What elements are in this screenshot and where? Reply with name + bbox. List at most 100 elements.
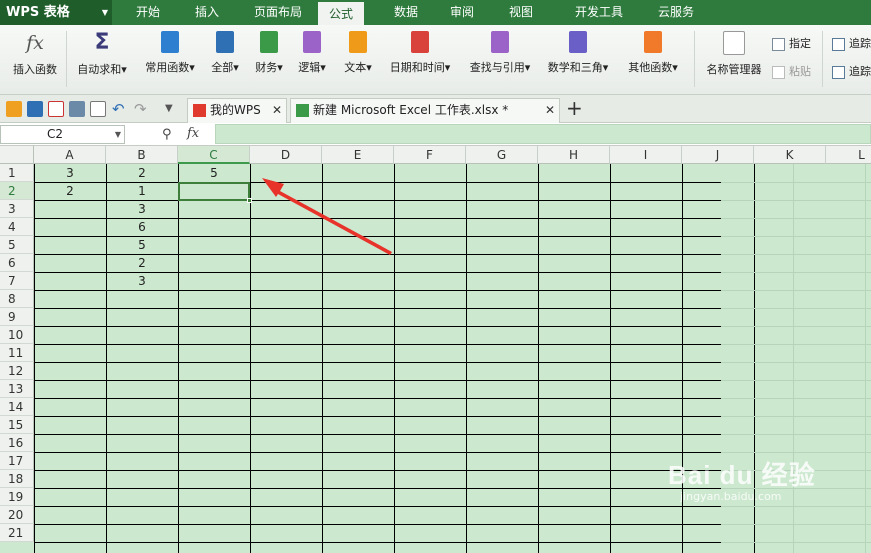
ribbon-small-button-label: 追踪 xyxy=(849,37,871,50)
row-header-8[interactable]: 8 xyxy=(0,290,34,308)
row-header-1[interactable]: 1 xyxy=(0,164,34,182)
name-box-value: C2 xyxy=(47,127,64,141)
column-header-L[interactable]: L xyxy=(826,146,871,164)
open-folder-icon[interactable] xyxy=(6,101,22,117)
ribbon-button-9[interactable]: 数学和三角▾ xyxy=(540,31,616,75)
menu-tab-1[interactable]: 插入 xyxy=(185,0,229,25)
menu-tab-2[interactable]: 页面布局 xyxy=(240,0,316,25)
column-header-E[interactable]: E xyxy=(322,146,394,164)
cell-B5[interactable]: 5 xyxy=(106,236,178,254)
row-header-20[interactable]: 20 xyxy=(0,506,34,524)
formula-input[interactable] xyxy=(215,124,871,144)
ribbon-button-0[interactable]: fx 插入函数 xyxy=(6,31,64,77)
spreadsheet-file-icon xyxy=(296,104,309,117)
row-header-18[interactable]: 18 xyxy=(0,470,34,488)
ribbon-small-button-2[interactable]: 追踪 xyxy=(832,35,871,51)
ribbon-button-8[interactable]: 查找与引用▾ xyxy=(462,31,538,75)
column-header-I[interactable]: I xyxy=(610,146,682,164)
row-header-15[interactable]: 15 xyxy=(0,416,34,434)
column-header-B[interactable]: B xyxy=(106,146,178,164)
column-header-D[interactable]: D xyxy=(250,146,322,164)
row-header-9[interactable]: 9 xyxy=(0,308,34,326)
row-header-7[interactable]: 7 xyxy=(0,272,34,290)
column-header-F[interactable]: F xyxy=(394,146,466,164)
export-pdf-icon[interactable] xyxy=(48,101,64,117)
zoom-search-icon[interactable]: ⚲ xyxy=(162,127,172,142)
logic-icon xyxy=(303,31,321,53)
name-box[interactable]: C2 ▼ xyxy=(0,125,125,144)
row-header-5[interactable]: 5 xyxy=(0,236,34,254)
row-header-19[interactable]: 19 xyxy=(0,488,34,506)
doc-tab-label: 新建 Microsoft Excel 工作表.xlsx * xyxy=(313,103,509,117)
ribbon-small-button-0[interactable]: 指定 xyxy=(772,35,811,51)
grid-border-line xyxy=(34,434,721,435)
menu-tab-4[interactable]: 数据 xyxy=(383,0,429,25)
insert-function-fx-icon[interactable]: fx xyxy=(187,126,199,141)
ribbon-button-5[interactable]: 逻辑▾ xyxy=(292,31,332,75)
cell-B6[interactable]: 2 xyxy=(106,254,178,272)
quick-access-dropdown-icon[interactable]: ▼ xyxy=(165,101,181,117)
cell-A2[interactable]: 2 xyxy=(34,182,106,200)
column-header-J[interactable]: J xyxy=(682,146,754,164)
row-header-4[interactable]: 4 xyxy=(0,218,34,236)
close-icon[interactable]: ✕ xyxy=(545,99,555,122)
menu-tab-3[interactable]: 公式 xyxy=(318,0,364,25)
row-header-2[interactable]: 2 xyxy=(0,182,34,200)
doc-tab-0[interactable]: 我的WPS ✕ xyxy=(187,98,287,123)
ribbon-button-7[interactable]: 日期和时间▾ xyxy=(382,31,458,75)
redo-icon[interactable]: ↷ xyxy=(134,101,150,117)
column-header-G[interactable]: G xyxy=(466,146,538,164)
row-header-14[interactable]: 14 xyxy=(0,398,34,416)
cell-B2[interactable]: 1 xyxy=(106,182,178,200)
ribbon-small-button-1[interactable]: 粘贴 xyxy=(772,63,811,79)
print-preview-icon[interactable] xyxy=(90,101,106,117)
save-icon[interactable] xyxy=(27,101,43,117)
print-icon[interactable] xyxy=(69,101,85,117)
close-icon[interactable]: ✕ xyxy=(272,99,282,122)
cell-B4[interactable]: 6 xyxy=(106,218,178,236)
undo-icon[interactable]: ↶ xyxy=(112,101,128,117)
select-all-corner[interactable] xyxy=(0,146,34,164)
ribbon-button-11[interactable]: 名称管理器 xyxy=(700,31,768,77)
column-header-A[interactable]: A xyxy=(34,146,106,164)
menu-tab-6[interactable]: 视图 xyxy=(498,0,544,25)
chevron-down-icon[interactable]: ▼ xyxy=(115,126,121,143)
grid-border-line xyxy=(34,362,721,363)
menu-tab-5[interactable]: 审阅 xyxy=(440,0,484,25)
ribbon-button-6[interactable]: 文本▾ xyxy=(336,31,380,75)
chevron-down-icon: ▼ xyxy=(101,8,108,17)
menu-tab-8[interactable]: 云服务 xyxy=(648,0,704,25)
ribbon-button-4[interactable]: 财务▾ xyxy=(249,31,289,75)
menu-tab-7[interactable]: 开发工具 xyxy=(558,0,640,25)
gridline xyxy=(721,434,871,435)
ribbon-small-button-3[interactable]: 追踪 xyxy=(832,63,871,79)
menu-tab-0[interactable]: 开始 xyxy=(120,0,176,25)
doc-tab-1[interactable]: 新建 Microsoft Excel 工作表.xlsx * ✕ xyxy=(290,98,560,123)
row-header-21[interactable]: 21 xyxy=(0,524,34,542)
ribbon-button-10[interactable]: 其他函数▾ xyxy=(620,31,686,75)
row-header-12[interactable]: 12 xyxy=(0,362,34,380)
cell-B3[interactable]: 3 xyxy=(106,200,178,218)
row-header-6[interactable]: 6 xyxy=(0,254,34,272)
cell-B7[interactable]: 3 xyxy=(106,272,178,290)
app-brand-menu[interactable]: WPS 表格 ▼ xyxy=(0,0,112,25)
row-header-11[interactable]: 11 xyxy=(0,344,34,362)
gridline xyxy=(865,164,866,553)
cell-A1[interactable]: 3 xyxy=(34,164,106,182)
active-cell-C2[interactable] xyxy=(178,182,252,203)
row-header-17[interactable]: 17 xyxy=(0,452,34,470)
ribbon-button-3[interactable]: 全部▾ xyxy=(205,31,245,75)
ribbon-button-1[interactable]: Σ 自动求和▾ xyxy=(70,31,134,77)
row-header-10[interactable]: 10 xyxy=(0,326,34,344)
ribbon-button-2[interactable]: 常用函数▾ xyxy=(138,31,202,75)
row-header-3[interactable]: 3 xyxy=(0,200,34,218)
row-header-13[interactable]: 13 xyxy=(0,380,34,398)
cell-C1[interactable]: 5 xyxy=(178,164,250,182)
cell-B1[interactable]: 2 xyxy=(106,164,178,182)
trace-dependents-icon xyxy=(832,65,845,79)
column-header-C[interactable]: C xyxy=(178,146,250,164)
column-header-K[interactable]: K xyxy=(754,146,826,164)
new-tab-plus-icon[interactable]: + xyxy=(566,96,583,120)
row-header-16[interactable]: 16 xyxy=(0,434,34,452)
column-header-H[interactable]: H xyxy=(538,146,610,164)
